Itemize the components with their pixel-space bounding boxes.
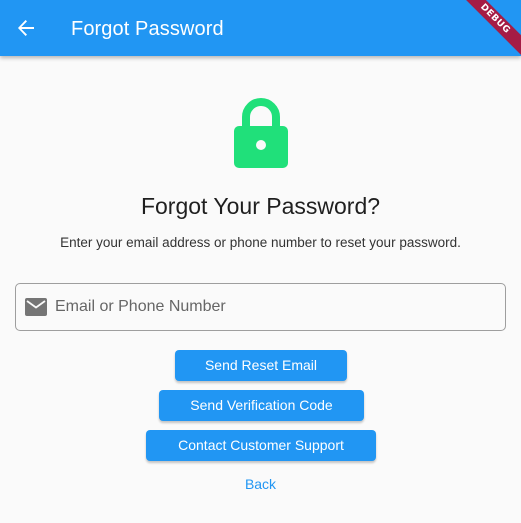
send-reset-email-button[interactable]: Send Reset Email: [175, 350, 347, 381]
back-link[interactable]: Back: [0, 476, 521, 492]
lock-icon-glyph: [234, 98, 288, 168]
app-bar: Forgot Password: [0, 0, 521, 56]
arrow-back-icon-glyph: [18, 20, 34, 36]
send-verification-code-button[interactable]: Send Verification Code: [159, 390, 364, 421]
lock-icon: [232, 97, 290, 169]
contact-support-button[interactable]: Contact Customer Support: [146, 430, 376, 461]
mail-icon: [25, 298, 47, 316]
email-or-phone-field[interactable]: [15, 283, 506, 331]
email-or-phone-input[interactable]: [55, 284, 495, 330]
page-title: Forgot Password: [71, 18, 224, 40]
forgot-password-screen: Forgot Password DEBUG Forgot Your Passwo…: [0, 0, 521, 523]
instructions-text: Enter your email address or phone number…: [60, 235, 461, 250]
arrow-back-icon[interactable]: [14, 16, 38, 40]
heading: Forgot Your Password?: [140, 193, 381, 219]
